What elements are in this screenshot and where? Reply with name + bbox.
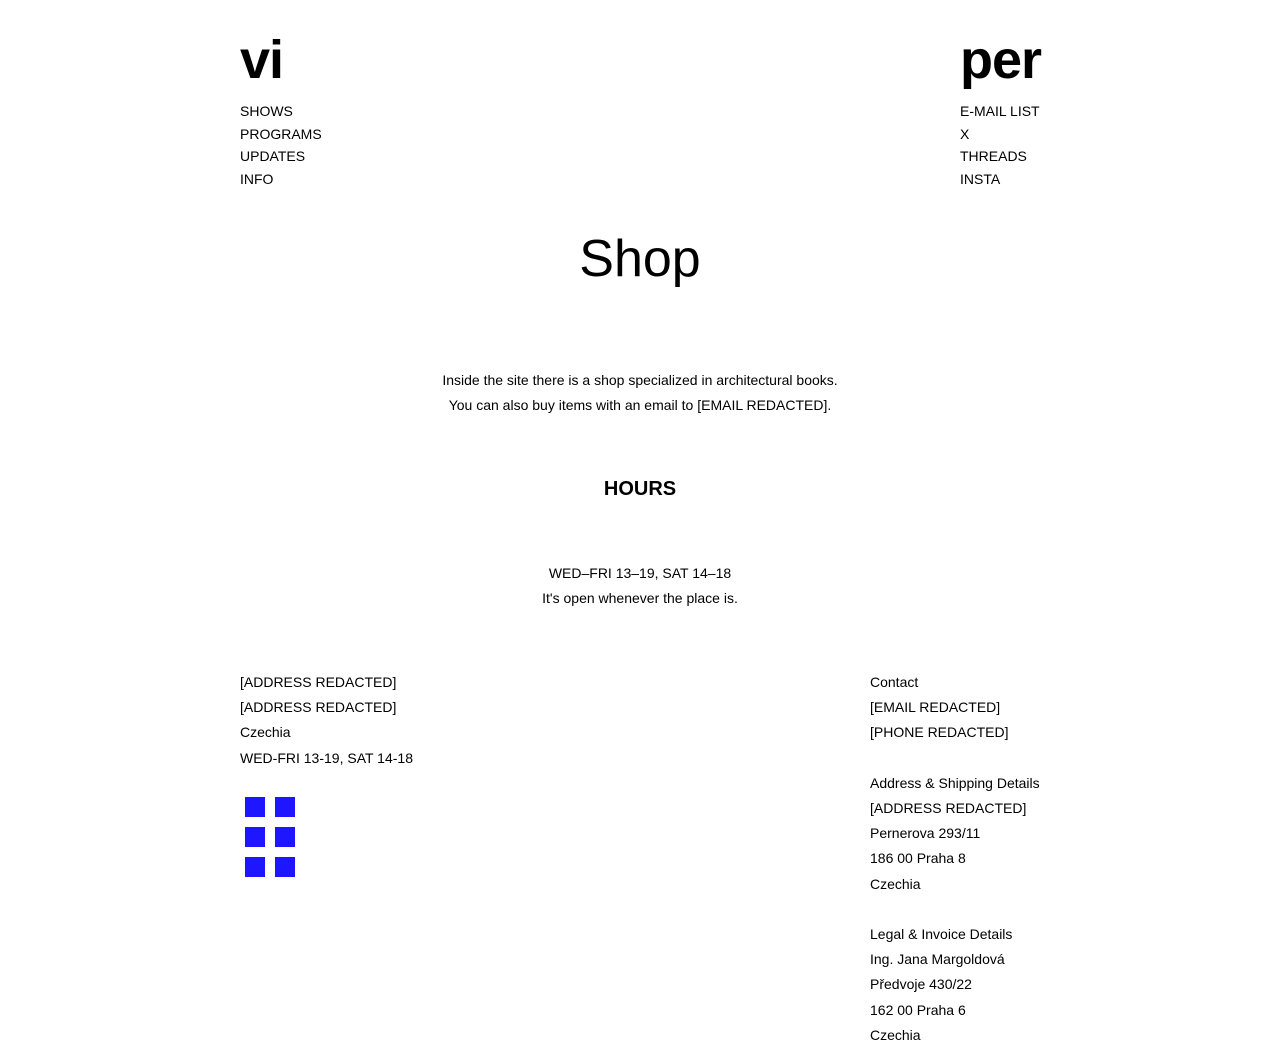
nav-item-x[interactable]: X (960, 123, 1040, 146)
shipping-line: Pernerova 293/11 (870, 825, 981, 842)
grid-icon-square (245, 857, 265, 877)
contact-phone[interactable]: [PHONE REDACTED] (870, 720, 1040, 745)
legal-line: 162 00 Praha 6 (870, 1001, 966, 1018)
legal-line: Ing. Jana Margoldová (870, 951, 1005, 968)
footer-hours-line: WED-FRI 13-19, SAT 14-18 (240, 749, 413, 766)
nav-item-programs[interactable]: PROGRAMS (240, 123, 322, 146)
footer-address-line: Czechia (240, 724, 291, 741)
nav-item-info[interactable]: INFO (240, 168, 322, 191)
legal-heading: Legal & Invoice Details (870, 926, 1013, 942)
shipping-line: Czechia (870, 875, 921, 892)
contact-heading: Contact (870, 674, 919, 690)
nav-item-threads[interactable]: THREADS (960, 145, 1040, 168)
hours-line: It's open whenever the place is. (542, 590, 738, 606)
footer-address-line: [ADDRESS REDACTED] (240, 674, 397, 690)
grid-icon[interactable] (245, 797, 295, 877)
logo-left[interactable]: vi (240, 30, 284, 90)
shipping-line: [ADDRESS REDACTED] (870, 800, 1027, 816)
shipping-heading: Address & Shipping Details (870, 774, 1040, 791)
nav-item-email-list[interactable]: E-MAIL LIST (960, 100, 1040, 123)
logo-right[interactable]: per (960, 30, 1042, 90)
legal-line: Czechia (870, 1026, 921, 1043)
grid-icon-square (245, 797, 265, 817)
nav-item-shows[interactable]: SHOWS (240, 100, 322, 123)
grid-icon-square (245, 827, 265, 847)
page-title: Shop (579, 230, 701, 288)
contact-email[interactable]: [EMAIL REDACTED] (870, 695, 1040, 720)
grid-icon-square (275, 827, 295, 847)
intro-line: Inside the site there is a shop speciali… (442, 372, 838, 388)
footer-address: [ADDRESS REDACTED] [ADDRESS REDACTED] Cz… (240, 670, 413, 771)
nav-item-updates[interactable]: UPDATES (240, 145, 322, 168)
intro-line: You can also buy items with an email to … (448, 397, 832, 413)
footer-details: Contact [EMAIL REDACTED] [PHONE REDACTED… (870, 670, 1040, 1048)
hours-heading: HOURS (603, 478, 677, 500)
legal-line: Předvoje 430/22 (870, 976, 972, 993)
nav-item-insta[interactable]: INSTA (960, 168, 1040, 191)
nav-left: SHOWS PROGRAMS UPDATES INFO (240, 100, 322, 190)
hours-line: WED–FRI 13–19, SAT 14–18 (548, 565, 732, 581)
nav-right: E-MAIL LIST X THREADS INSTA (960, 100, 1040, 190)
shipping-line: 186 00 Praha 8 (870, 850, 966, 867)
footer-address-line: [ADDRESS REDACTED] (240, 699, 397, 716)
shop-intro: Inside the site there is a shop speciali… (0, 368, 1280, 418)
hours-text: WED–FRI 13–19, SAT 14–18 It's open whene… (0, 561, 1280, 611)
grid-icon-square (275, 857, 295, 877)
grid-icon-square (275, 797, 295, 817)
